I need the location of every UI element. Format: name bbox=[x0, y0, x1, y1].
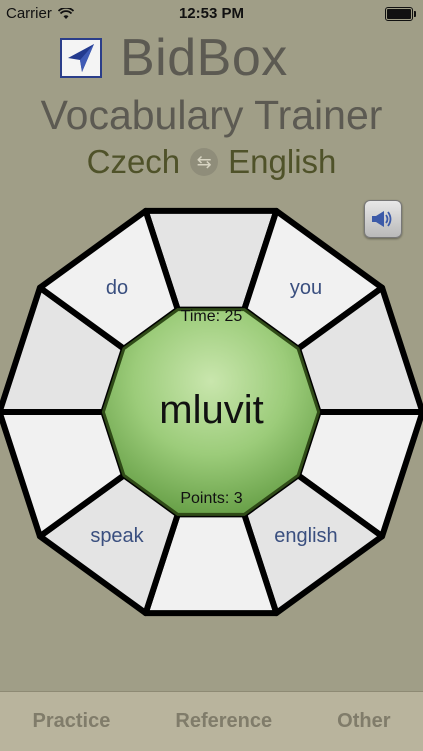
tab-other[interactable]: Other bbox=[337, 710, 390, 733]
points-label: Points: 3 bbox=[180, 490, 243, 507]
source-language[interactable]: Czech bbox=[87, 143, 181, 181]
target-language[interactable]: English bbox=[228, 143, 336, 181]
tab-reference[interactable]: Reference bbox=[175, 710, 272, 733]
status-bar: Carrier 12:53 PM bbox=[0, 0, 423, 26]
status-time: 12:53 PM bbox=[178, 5, 245, 22]
app-subtitle: Vocabulary Trainer bbox=[40, 92, 383, 138]
tab-practice[interactable]: Practice bbox=[33, 710, 111, 733]
battery-icon bbox=[385, 7, 416, 21]
prompt-word: mluvit bbox=[159, 388, 264, 432]
option-top-right[interactable]: you bbox=[246, 277, 366, 300]
timer-label: Time: 25 bbox=[180, 308, 243, 325]
swap-arrows-icon[interactable]: ⇆ bbox=[190, 148, 219, 176]
option-top-left[interactable]: do bbox=[57, 277, 177, 300]
app-title: BidBox bbox=[120, 29, 288, 87]
tab-bar: Practice Reference Other bbox=[0, 691, 423, 751]
app-logo bbox=[60, 38, 102, 78]
language-selector[interactable]: Czech ⇆ English bbox=[0, 143, 423, 181]
option-bottom-left[interactable]: speak bbox=[57, 525, 177, 548]
option-bottom-right[interactable]: english bbox=[246, 525, 366, 548]
